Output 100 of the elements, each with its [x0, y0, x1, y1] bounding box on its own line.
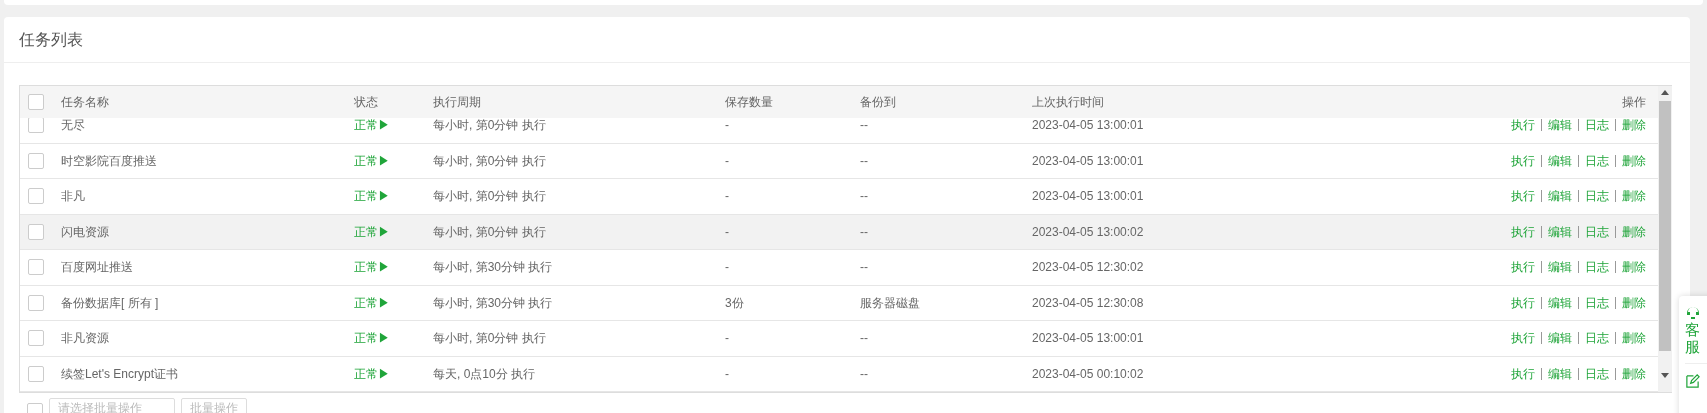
action-link[interactable]: 删除 — [1622, 329, 1646, 348]
action-link[interactable]: 执行 — [1511, 222, 1535, 241]
action-link[interactable]: 编辑 — [1548, 364, 1572, 383]
panel-title: 任务列表 — [19, 29, 83, 50]
action-link[interactable]: 删除 — [1622, 258, 1646, 277]
table-row[interactable]: 无尽 正常▶ 每小时, 第0分钟 执行 - -- 2023-04-05 13:00:01 执行 编辑 日志 删除 — [20, 118, 1658, 144]
batch-select[interactable]: 请选择批量操作 — [49, 398, 175, 413]
action-link[interactable]: 编辑 — [1548, 222, 1572, 241]
task-name: 备份数据库[ 所有 ] — [61, 294, 160, 312]
table-cell-text: -- — [860, 118, 869, 135]
status-link[interactable]: 正常▶ — [354, 258, 433, 277]
checkbox[interactable] — [28, 223, 44, 240]
table-cell-text: 2023-04-05 13:00:01 — [1032, 330, 1145, 348]
table-cell-text: 每小时, 第30分钟 执行 — [433, 259, 554, 277]
action-link[interactable]: 日志 — [1585, 151, 1609, 170]
action-link[interactable]: 执行 — [1511, 187, 1535, 206]
table-cell-text: 每小时, 第0分钟 执行 — [433, 223, 547, 241]
action-link[interactable]: 删除 — [1622, 222, 1646, 241]
checkbox[interactable] — [28, 118, 44, 134]
checkbox[interactable] — [28, 294, 44, 311]
batch-button[interactable]: 批量操作 — [181, 398, 247, 413]
action-link[interactable]: 执行 — [1511, 118, 1535, 135]
action-link[interactable]: 编辑 — [1548, 151, 1572, 170]
status-link[interactable]: 正常▶ — [354, 329, 433, 348]
edit-icon[interactable] — [1685, 374, 1700, 389]
action-link[interactable]: 删除 — [1622, 364, 1646, 383]
table-cell-text: -- — [860, 223, 869, 241]
action-link[interactable]: 删除 — [1622, 118, 1646, 135]
action-link[interactable]: 日志 — [1585, 118, 1609, 135]
checkbox[interactable] — [28, 94, 44, 110]
action-link[interactable]: 执行 — [1511, 293, 1535, 312]
checkbox[interactable] — [28, 259, 44, 276]
table-row[interactable]: 闪电资源 正常▶ 每小时, 第0分钟 执行 - -- 2023-04-05 13:00:02 执行 编辑 日志 删除 — [20, 214, 1658, 250]
column-header: 保存数量 — [725, 94, 774, 111]
table-cell-text: -- — [860, 330, 869, 348]
action-link[interactable]: 日志 — [1585, 329, 1609, 348]
scroll-thumb[interactable] — [1659, 101, 1671, 351]
table-cell-text: - — [725, 188, 730, 206]
action-link[interactable]: 编辑 — [1548, 329, 1572, 348]
checkbox[interactable] — [28, 365, 44, 382]
action-link[interactable]: 执行 — [1511, 258, 1535, 277]
task-name: 闪电资源 — [61, 223, 110, 241]
status-link[interactable]: 正常▶ — [354, 222, 433, 241]
service-link[interactable]: 客服 — [1685, 322, 1700, 355]
action-link[interactable]: 删除 — [1622, 187, 1646, 206]
action-link[interactable]: 执行 — [1511, 329, 1535, 348]
table-cell-text: 2023-04-05 00:10:02 — [1032, 365, 1145, 383]
action-link[interactable]: 编辑 — [1548, 258, 1572, 277]
column-header: 上次执行时间 — [1032, 94, 1105, 111]
table-cell-text: 2023-04-05 13:00:02 — [1032, 223, 1145, 241]
checkbox[interactable] — [28, 152, 44, 169]
table-cell-text: - — [725, 152, 730, 170]
task-name: 无尽 — [61, 118, 86, 135]
table-cell-text: - — [725, 118, 730, 135]
status-link[interactable]: 正常▶ — [354, 293, 433, 312]
status-link[interactable]: 正常▶ — [354, 364, 433, 383]
action-link[interactable]: 删除 — [1622, 151, 1646, 170]
scroll-up-icon[interactable] — [1661, 90, 1669, 95]
task-name: 非凡 — [61, 188, 86, 206]
column-header: 执行周期 — [433, 94, 482, 111]
table-cell-text: -- — [860, 365, 869, 383]
table-cell-text: - — [725, 223, 730, 241]
table-cell-text: 每小时, 第30分钟 执行 — [433, 294, 554, 312]
table-cell-text: 2023-04-05 13:00:01 — [1032, 152, 1145, 170]
action-link[interactable]: 执行 — [1511, 364, 1535, 383]
task-name: 非凡资源 — [61, 330, 110, 348]
column-header: 操作 — [1621, 94, 1647, 111]
status-link[interactable]: 正常▶ — [354, 187, 433, 206]
scrollbar[interactable] — [1658, 85, 1672, 393]
status-link[interactable]: 正常▶ — [354, 118, 433, 135]
action-link[interactable]: 删除 — [1622, 293, 1646, 312]
scroll-down-icon[interactable] — [1661, 373, 1669, 378]
column-header: 任务名称 — [61, 94, 110, 111]
table-cell-text: -- — [860, 259, 869, 277]
action-link[interactable]: 日志 — [1585, 187, 1609, 206]
action-link[interactable]: 执行 — [1511, 151, 1535, 170]
table-cell-text: 2023-04-05 12:30:08 — [1032, 294, 1145, 312]
status-link[interactable]: 正常▶ — [354, 151, 433, 170]
action-link[interactable]: 编辑 — [1548, 118, 1572, 135]
task-name: 续签Let's Encrypt证书 — [61, 365, 179, 383]
table-cell-text: 2023-04-05 13:00:01 — [1032, 188, 1145, 206]
table-cell-text: 每小时, 第0分钟 执行 — [433, 188, 547, 206]
table-cell-text: - — [725, 330, 730, 348]
table-cell-text: 2023-04-05 12:30:02 — [1032, 259, 1145, 277]
action-link[interactable]: 编辑 — [1548, 293, 1572, 312]
action-link[interactable]: 日志 — [1585, 258, 1609, 277]
checkbox[interactable] — [28, 330, 44, 347]
table-cell-text: 每天, 0点10分 执行 — [433, 365, 537, 383]
checkbox[interactable] — [28, 188, 44, 205]
action-link[interactable]: 日志 — [1585, 293, 1609, 312]
action-link[interactable]: 日志 — [1585, 364, 1609, 383]
table-cell-text: 2023-04-05 13:00:01 — [1032, 118, 1145, 135]
table-cell-text: - — [725, 259, 730, 277]
table-cell-text: 服务器磁盘 — [860, 294, 921, 312]
task-name: 百度网址推送 — [61, 259, 134, 277]
action-link[interactable]: 编辑 — [1548, 187, 1572, 206]
action-link[interactable]: 日志 — [1585, 222, 1609, 241]
table-cell-text: 每小时, 第0分钟 执行 — [433, 118, 547, 135]
table-cell-text: -- — [860, 188, 869, 206]
column-header: 状态 — [354, 94, 379, 111]
